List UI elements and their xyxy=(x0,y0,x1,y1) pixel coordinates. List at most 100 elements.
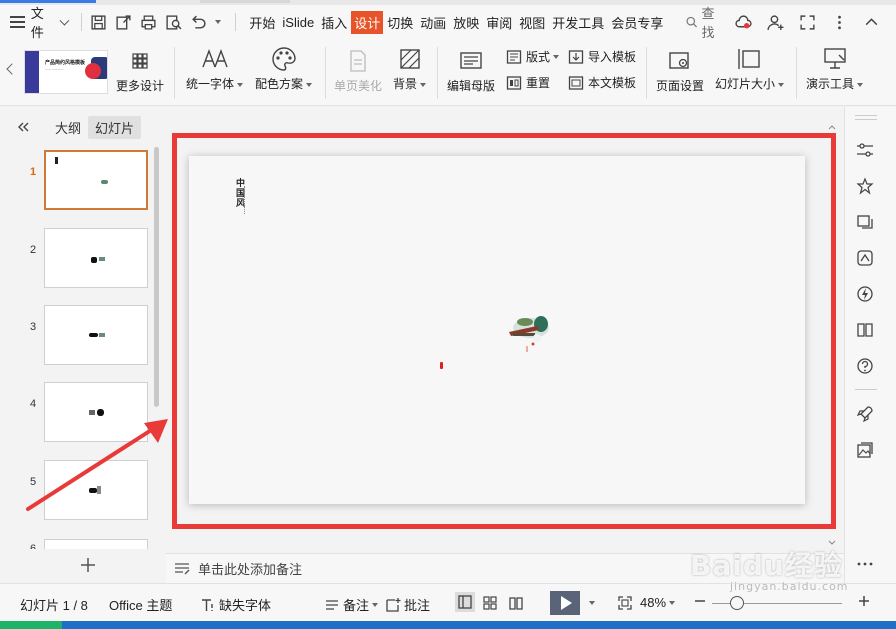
layout-label: 版式 xyxy=(526,50,551,64)
background-icon xyxy=(398,45,422,73)
zoom-value: 48% xyxy=(640,595,667,610)
missing-font-button[interactable]: 缺失字体 xyxy=(200,595,271,614)
layout-button[interactable]: 版式 xyxy=(506,48,560,65)
smart-art-icon[interactable] xyxy=(856,249,876,269)
tab-transitions[interactable]: 切换 xyxy=(384,11,416,34)
more-menu-icon[interactable] xyxy=(828,11,850,33)
hamburger-icon xyxy=(10,16,25,28)
canvas-vertical-scrollbar[interactable] xyxy=(828,125,836,545)
slide-thumbnail-item[interactable]: 2 xyxy=(10,228,160,292)
unify-font-button[interactable]: 统一字体 xyxy=(186,45,244,92)
taskbar-strip xyxy=(0,621,896,629)
slide-thumbnail[interactable] xyxy=(44,228,148,288)
more-options-icon[interactable] xyxy=(856,555,876,575)
tab-outline[interactable]: 大纲 xyxy=(48,116,88,139)
book-icon[interactable] xyxy=(856,321,876,341)
more-design-button[interactable]: 更多设计 xyxy=(116,47,164,94)
tab-slideshow[interactable]: 放映 xyxy=(450,11,482,34)
play-options-dropdown-icon[interactable] xyxy=(589,601,595,605)
image-gallery-icon[interactable] xyxy=(856,441,876,461)
more-design-label: 更多设计 xyxy=(116,79,165,93)
notes-toggle-label: 备注 xyxy=(343,598,370,613)
fit-window-icon xyxy=(618,596,632,610)
zoom-out-button[interactable] xyxy=(692,593,711,609)
tab-insert[interactable]: 插入 xyxy=(318,11,350,34)
tab-design[interactable]: 设计 xyxy=(351,10,384,34)
notes-placeholder: 单击此处添加备注 xyxy=(198,562,303,577)
divider xyxy=(235,13,237,31)
color-scheme-label: 配色方案 xyxy=(255,77,304,91)
import-template-button[interactable]: 导入模板 xyxy=(568,48,636,65)
slide-thumbnail[interactable] xyxy=(44,539,148,549)
slide-thumbnail[interactable] xyxy=(44,150,148,210)
annotation-arrow-icon xyxy=(26,419,168,511)
lightning-icon[interactable] xyxy=(856,285,876,305)
undo-dropdown-icon[interactable] xyxy=(215,20,222,24)
master-slide-icon xyxy=(459,47,483,75)
play-slideshow-button[interactable] xyxy=(550,591,580,615)
background-button[interactable]: 背景 xyxy=(393,45,427,92)
print-icon[interactable] xyxy=(138,11,159,33)
tab-view[interactable]: 视图 xyxy=(516,11,548,34)
comments-button[interactable]: 批注 xyxy=(385,595,430,614)
expand-icon[interactable] xyxy=(796,11,818,33)
this-template-button[interactable]: 本文模板 xyxy=(568,74,636,91)
reset-icon xyxy=(506,75,522,90)
normal-view-button[interactable] xyxy=(455,592,475,612)
divider xyxy=(855,119,877,120)
rocket-icon[interactable] xyxy=(856,405,876,425)
reading-view-button[interactable] xyxy=(508,595,527,611)
collapse-panel-icon[interactable] xyxy=(16,120,30,134)
slide-thumbnail-item[interactable]: 1 xyxy=(10,150,160,214)
slide-thumbnail-item[interactable]: 6 xyxy=(10,539,160,549)
tab-islide[interactable]: iSlide xyxy=(279,13,317,32)
slide-thumbnail[interactable] xyxy=(44,305,148,365)
reset-button[interactable]: 重置 xyxy=(506,74,550,91)
window-tab[interactable] xyxy=(200,0,290,3)
page-setup-button[interactable]: 页面设置 xyxy=(656,47,704,94)
tab-slides[interactable]: 幻灯片 xyxy=(88,115,142,139)
help-icon[interactable] xyxy=(856,357,876,377)
add-slide-icon[interactable] xyxy=(78,555,98,575)
ribbon-tabs: 开始 iSlide 插入 设计 切换 动画 放映 审阅 视图 开发工具 会员专享 xyxy=(246,10,667,34)
presenter-tools-button[interactable]: 演示工具 xyxy=(806,45,864,92)
slide-sorter-button[interactable] xyxy=(482,595,501,611)
slide-editor-canvas: 中国风 xyxy=(26,107,844,553)
slide-size-button[interactable]: 幻灯片大小 xyxy=(715,45,785,92)
notes-toggle-button[interactable]: 备注 xyxy=(324,595,379,614)
tab-member[interactable]: 会员专享 xyxy=(608,11,666,34)
file-menu[interactable]: 文件 xyxy=(0,5,75,40)
undo-icon[interactable] xyxy=(188,11,209,33)
divider xyxy=(174,47,175,99)
missing-font-label: 缺失字体 xyxy=(219,598,272,613)
tab-developer[interactable]: 开发工具 xyxy=(549,11,607,34)
color-scheme-button[interactable]: 配色方案 xyxy=(255,45,313,92)
search-icon xyxy=(686,16,698,28)
cloud-sync-icon[interactable] xyxy=(732,11,754,33)
tab-animation[interactable]: 动画 xyxy=(417,11,449,34)
tab-review[interactable]: 审阅 xyxy=(483,11,515,34)
properties-icon[interactable] xyxy=(856,141,876,161)
tab-home[interactable]: 开始 xyxy=(246,11,278,34)
share-user-icon[interactable] xyxy=(764,11,786,33)
transition-icon[interactable] xyxy=(856,213,876,233)
theme-name[interactable]: Office 主题 xyxy=(109,595,172,614)
design-template-thumbnail[interactable]: 产品简约风格模板 —— ———— xyxy=(24,50,108,94)
ribbon-scroll-left-icon[interactable] xyxy=(6,63,18,75)
zoom-slider-handle[interactable] xyxy=(730,596,744,610)
import-icon xyxy=(568,49,584,64)
search-box[interactable]: 查找 xyxy=(685,3,726,41)
presenter-tools-icon xyxy=(822,45,848,73)
single-page-beautify-button[interactable]: 单页美化 xyxy=(334,47,382,94)
export-icon[interactable] xyxy=(113,11,134,33)
zoom-in-button[interactable] xyxy=(856,593,875,609)
edit-master-button[interactable]: 编辑母版 xyxy=(447,47,495,94)
fit-to-window-button[interactable] xyxy=(617,595,636,611)
save-icon[interactable] xyxy=(88,11,109,33)
slide-thumbnail-item[interactable]: 3 xyxy=(10,305,160,369)
zoom-level[interactable]: 48% xyxy=(640,595,676,610)
thumbnail-scrollbar[interactable] xyxy=(154,147,159,407)
collapse-ribbon-icon[interactable] xyxy=(860,11,882,33)
print-preview-icon[interactable] xyxy=(163,11,184,33)
star-effect-icon[interactable] xyxy=(856,177,876,197)
